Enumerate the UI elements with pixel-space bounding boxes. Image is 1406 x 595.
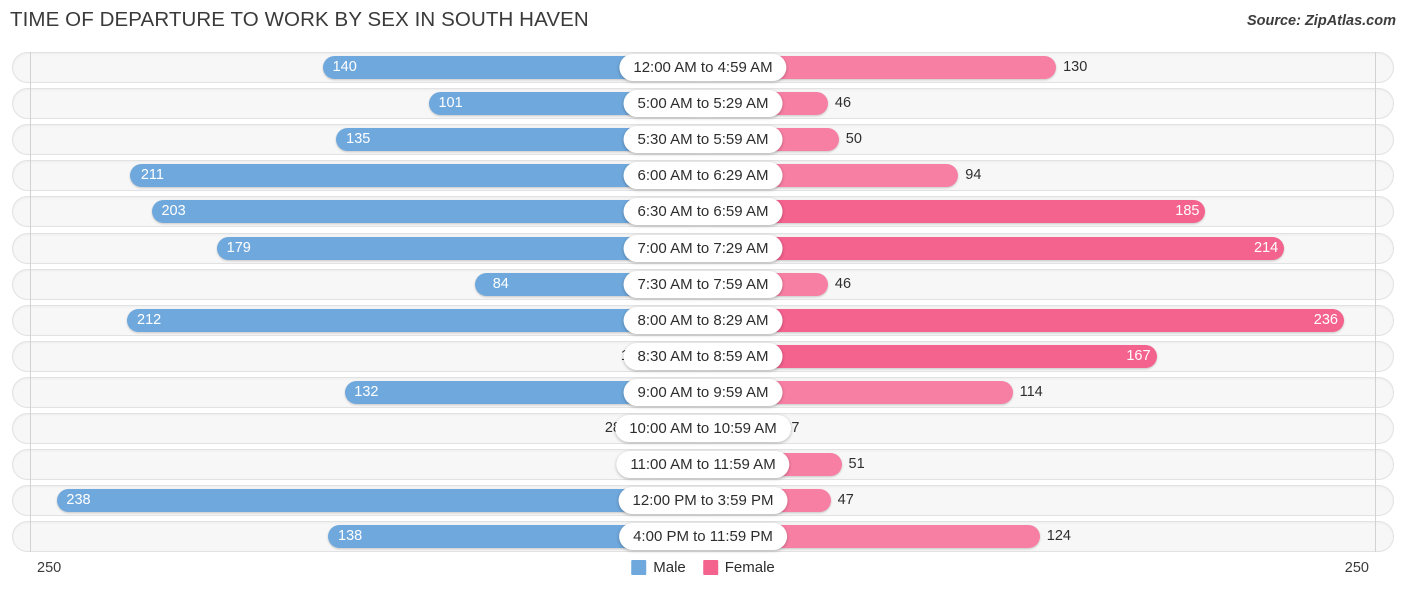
category-label: 6:00 AM to 6:29 AM [623,162,783,190]
category-label: 5:00 AM to 5:29 AM [623,90,783,118]
bar-male[interactable] [151,200,703,224]
category-label: 9:00 AM to 9:59 AM [623,378,783,406]
chart-row: 132 114 9:00 AM to 9:59 AM [12,376,1394,408]
axis-line-right [1375,52,1376,552]
category-label: 11:00 AM to 11:59 AM [616,451,790,479]
bar-value-male: 212 [137,311,162,328]
bar-value-female: 46 [834,275,852,292]
bar-value-female: 236 [1313,311,1338,328]
bar-value-male: 135 [346,131,371,148]
bar-value-female: 124 [1046,528,1071,545]
bar-value-female: 46 [834,95,852,112]
bar-value-male: 238 [66,492,91,509]
chart-row: 212 236 8:00 AM to 8:29 AM [12,304,1394,336]
category-label: 12:00 AM to 4:59 AM [619,54,787,81]
page-title: TIME OF DEPARTURE TO WORK BY SEX IN SOUT… [10,8,589,31]
category-label: 8:00 AM to 8:29 AM [623,306,783,334]
chart-row: 84 46 7:30 AM to 7:59 AM [12,268,1394,300]
bar-value-female: 47 [837,492,854,509]
chart-row: 28 27 10:00 AM to 10:59 AM [12,413,1394,444]
category-label: 8:30 AM to 8:59 AM [623,342,783,370]
category-label: 4:00 PM to 11:59 PM [619,523,787,551]
bar-value-male: 179 [226,239,251,256]
chart-row: 203 185 6:30 AM to 6:59 AM [12,196,1394,228]
chart-header: TIME OF DEPARTURE TO WORK BY SEX IN SOUT… [0,0,1406,44]
category-label: 7:00 AM to 7:29 AM [623,234,783,262]
legend-swatch-male-icon [631,560,647,575]
bar-value-female: 185 [1175,203,1200,220]
category-label: 12:00 PM to 3:59 PM [618,487,788,515]
legend-label-male: Male [653,559,686,576]
bar-value-female: 214 [1254,239,1279,256]
bar-value-female: 51 [848,456,865,473]
category-label: 7:30 AM to 7:59 AM [623,270,783,298]
legend-swatch-female-icon [702,560,718,575]
axis-tick-left: 250 [37,560,62,576]
bar-value-female: 167 [1126,347,1151,364]
bar-value-male: 138 [338,528,363,545]
bar-value-female: 130 [1063,59,1088,75]
axis-tick-right: 250 [1344,560,1369,576]
chart-row: 179 214 7:00 AM to 7:29 AM [12,232,1394,264]
category-label: 10:00 AM to 10:59 AM [615,415,791,442]
chart-legend: Male Female [631,559,775,576]
bar-male[interactable] [56,489,703,513]
category-label: 6:30 AM to 6:59 AM [623,198,783,226]
category-label: 5:30 AM to 5:59 AM [623,126,783,154]
bar-female[interactable] [703,308,1344,332]
bar-female[interactable] [703,236,1285,260]
chart-row: 101 46 5:00 AM to 5:29 AM [12,88,1394,120]
chart-row: 138 124 4:00 PM to 11:59 PM [12,521,1394,553]
chart-row: 140 130 12:00 AM to 4:59 AM [12,52,1394,83]
legend-item-female[interactable]: Female [702,559,775,576]
bar-value-female: 114 [1019,383,1043,400]
chart-footer: 250 250 Male Female [0,552,1406,595]
bar-value-female: 50 [845,131,862,148]
bar-value-male: 211 [140,167,164,184]
legend-item-male[interactable]: Male [631,559,686,576]
bar-value-male: 140 [332,59,357,75]
source-attribution: Source: ZipAtlas.com [1246,13,1396,29]
chart-row: 238 47 12:00 PM to 3:59 PM [12,485,1394,517]
bar-value-female: 94 [965,167,982,184]
bar-value-male: 132 [354,383,379,400]
chart-row: 211 94 6:00 AM to 6:29 AM [12,160,1394,192]
bar-male[interactable] [127,308,703,332]
chart-row: 135 50 5:30 AM to 5:59 AM [12,124,1394,156]
bar-value-male: 101 [438,95,463,112]
bar-value-male: 84 [492,275,509,292]
chart-row: 55111:00 AM to 11:59 AM [12,449,1394,481]
axis-line-left [30,52,31,552]
bar-value-male: 203 [161,203,186,220]
chart-plot-area: 140 130 12:00 AM to 4:59 AM 101 46 5:00 AM to… [0,52,1406,553]
bar-male[interactable] [129,164,703,188]
chart-row: 121678:30 AM to 8:59 AM [12,340,1394,372]
legend-label-female: Female [724,559,775,576]
